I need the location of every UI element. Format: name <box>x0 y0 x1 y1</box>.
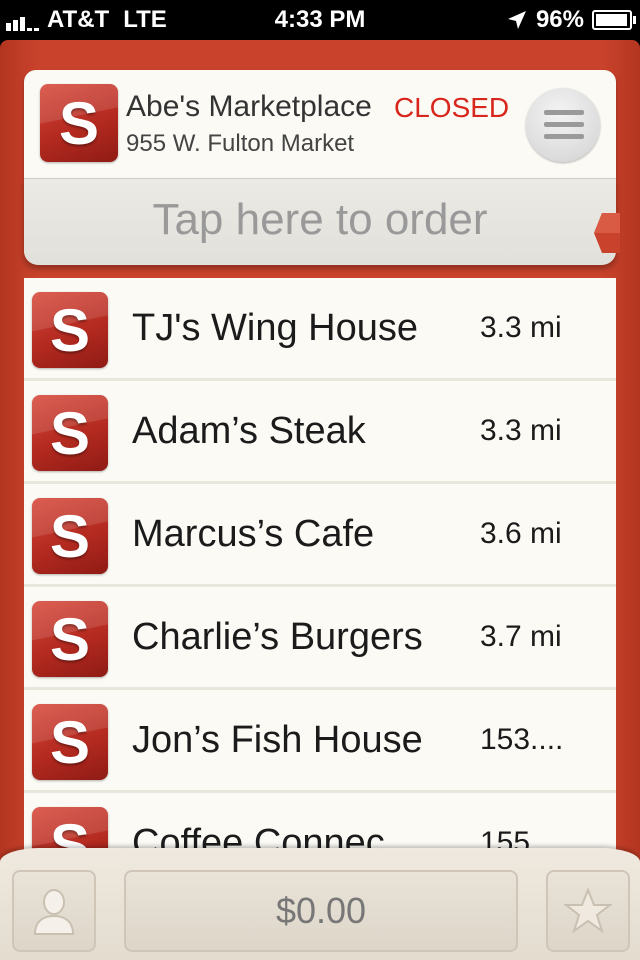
list-item[interactable]: S Adam’s Steak 3.3 mi <box>24 381 616 484</box>
ribbon-tab-icon <box>594 213 620 253</box>
bottom-toolbar: $0.00 <box>0 848 640 960</box>
battery-icon <box>592 10 636 30</box>
selected-store-card[interactable]: S Abe's Marketplace CLOSED 955 W. Fulton… <box>24 70 616 178</box>
restaurant-name: Adam’s Steak <box>132 409 366 452</box>
list-item[interactable]: S Marcus’s Cafe 3.6 mi <box>24 484 616 587</box>
restaurant-distance: 3.7 mi <box>480 620 562 653</box>
order-button[interactable]: Tap here to order <box>24 178 620 265</box>
profile-button[interactable] <box>12 870 96 952</box>
menu-list-button[interactable] <box>526 88 600 162</box>
logo-letter: S <box>58 89 100 157</box>
list-item[interactable]: S Charlie’s Burgers 3.7 mi <box>24 587 616 690</box>
logo-letter: S <box>49 605 91 673</box>
restaurant-name: Charlie’s Burgers <box>132 615 423 658</box>
restaurant-name: TJ's Wing House <box>132 306 419 349</box>
logo-letter: S <box>49 296 91 364</box>
order-label: Tap here to order <box>152 195 488 244</box>
restaurant-list[interactable]: S TJ's Wing House 3.3 mi S Adam’s Steak … <box>24 278 616 878</box>
restaurant-logo: S <box>32 601 108 677</box>
store-status-badge: CLOSED <box>394 92 510 123</box>
store-address: 955 W. Fulton Market <box>126 130 355 157</box>
status-indicators: 96% <box>506 6 636 34</box>
restaurant-distance: 3.3 mi <box>480 414 562 447</box>
battery-percent: 96% <box>535 6 584 33</box>
list-item[interactable]: S Jon’s Fish House 153.... <box>24 690 616 793</box>
status-bar: AT&T LTE 4:33 PM 96% <box>0 0 640 40</box>
restaurant-logo: S <box>32 498 108 574</box>
cart-total: $0.00 <box>275 890 367 931</box>
restaurant-logo: S <box>32 292 108 368</box>
list-icon <box>544 110 584 140</box>
logo-letter: S <box>49 399 91 467</box>
logo-letter: S <box>49 502 91 570</box>
list-item[interactable]: S TJ's Wing House 3.3 mi <box>24 278 616 381</box>
battery-level-fill <box>596 14 627 26</box>
logo-letter: S <box>49 708 91 776</box>
restaurant-distance: 153.... <box>480 723 564 756</box>
restaurant-logo: S <box>32 704 108 780</box>
restaurant-distance: 3.3 mi <box>480 311 562 344</box>
restaurant-name: Marcus’s Cafe <box>132 512 375 555</box>
store-name: Abe's Marketplace <box>126 90 372 123</box>
location-arrow-icon <box>507 11 526 29</box>
restaurant-logo: S <box>32 395 108 471</box>
star-icon <box>564 888 612 934</box>
store-logo: S <box>40 84 118 162</box>
favorites-button[interactable] <box>546 870 630 952</box>
restaurant-name: Jon’s Fish House <box>132 718 423 761</box>
restaurant-distance: 3.6 mi <box>480 517 562 550</box>
cart-total-button[interactable]: $0.00 <box>124 870 518 952</box>
person-icon <box>33 889 75 935</box>
